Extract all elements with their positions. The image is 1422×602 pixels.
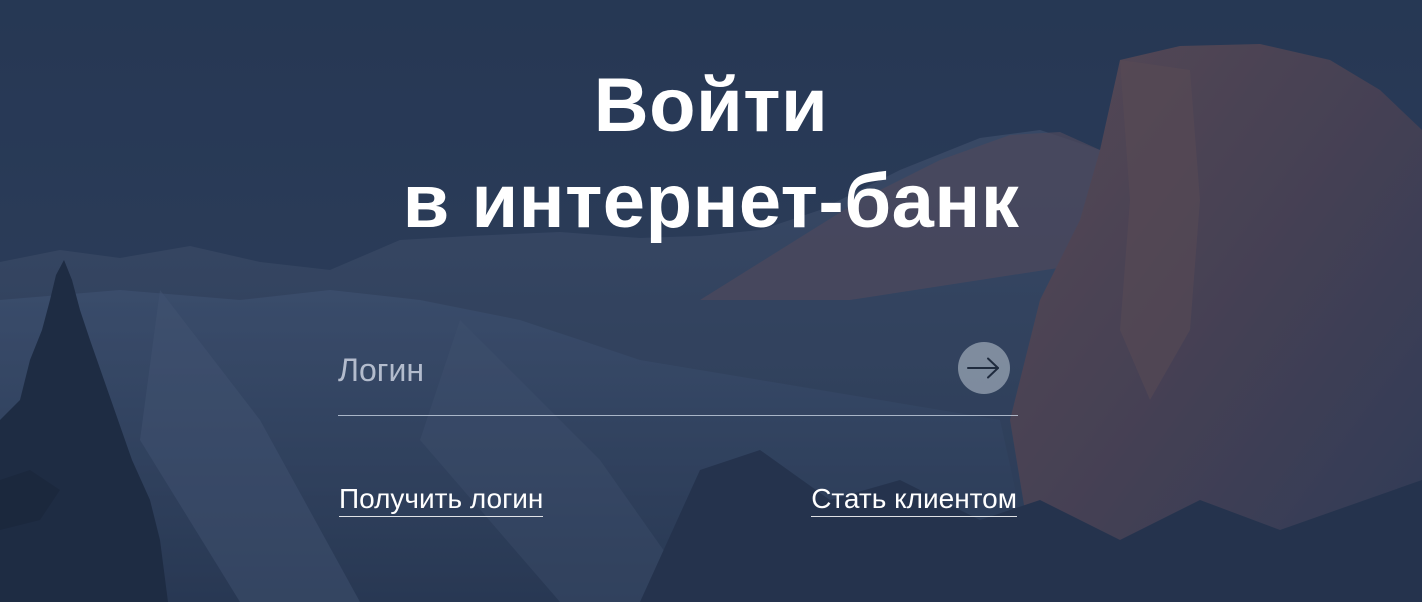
arrow-right-icon bbox=[967, 357, 999, 379]
get-login-link[interactable]: Получить логин bbox=[339, 482, 544, 517]
page-title-line-1: Войти bbox=[593, 63, 829, 148]
login-input[interactable] bbox=[338, 342, 938, 398]
login-form bbox=[338, 336, 1018, 416]
page-title-line-2: в интернет-банк bbox=[402, 159, 1020, 244]
login-screen: Войти в интернет-банк Получить логин Ста… bbox=[0, 0, 1422, 602]
page-title: Войти в интернет-банк bbox=[0, 58, 1422, 250]
become-client-link[interactable]: Стать клиентом bbox=[811, 482, 1017, 517]
login-submit-button[interactable] bbox=[958, 342, 1010, 394]
